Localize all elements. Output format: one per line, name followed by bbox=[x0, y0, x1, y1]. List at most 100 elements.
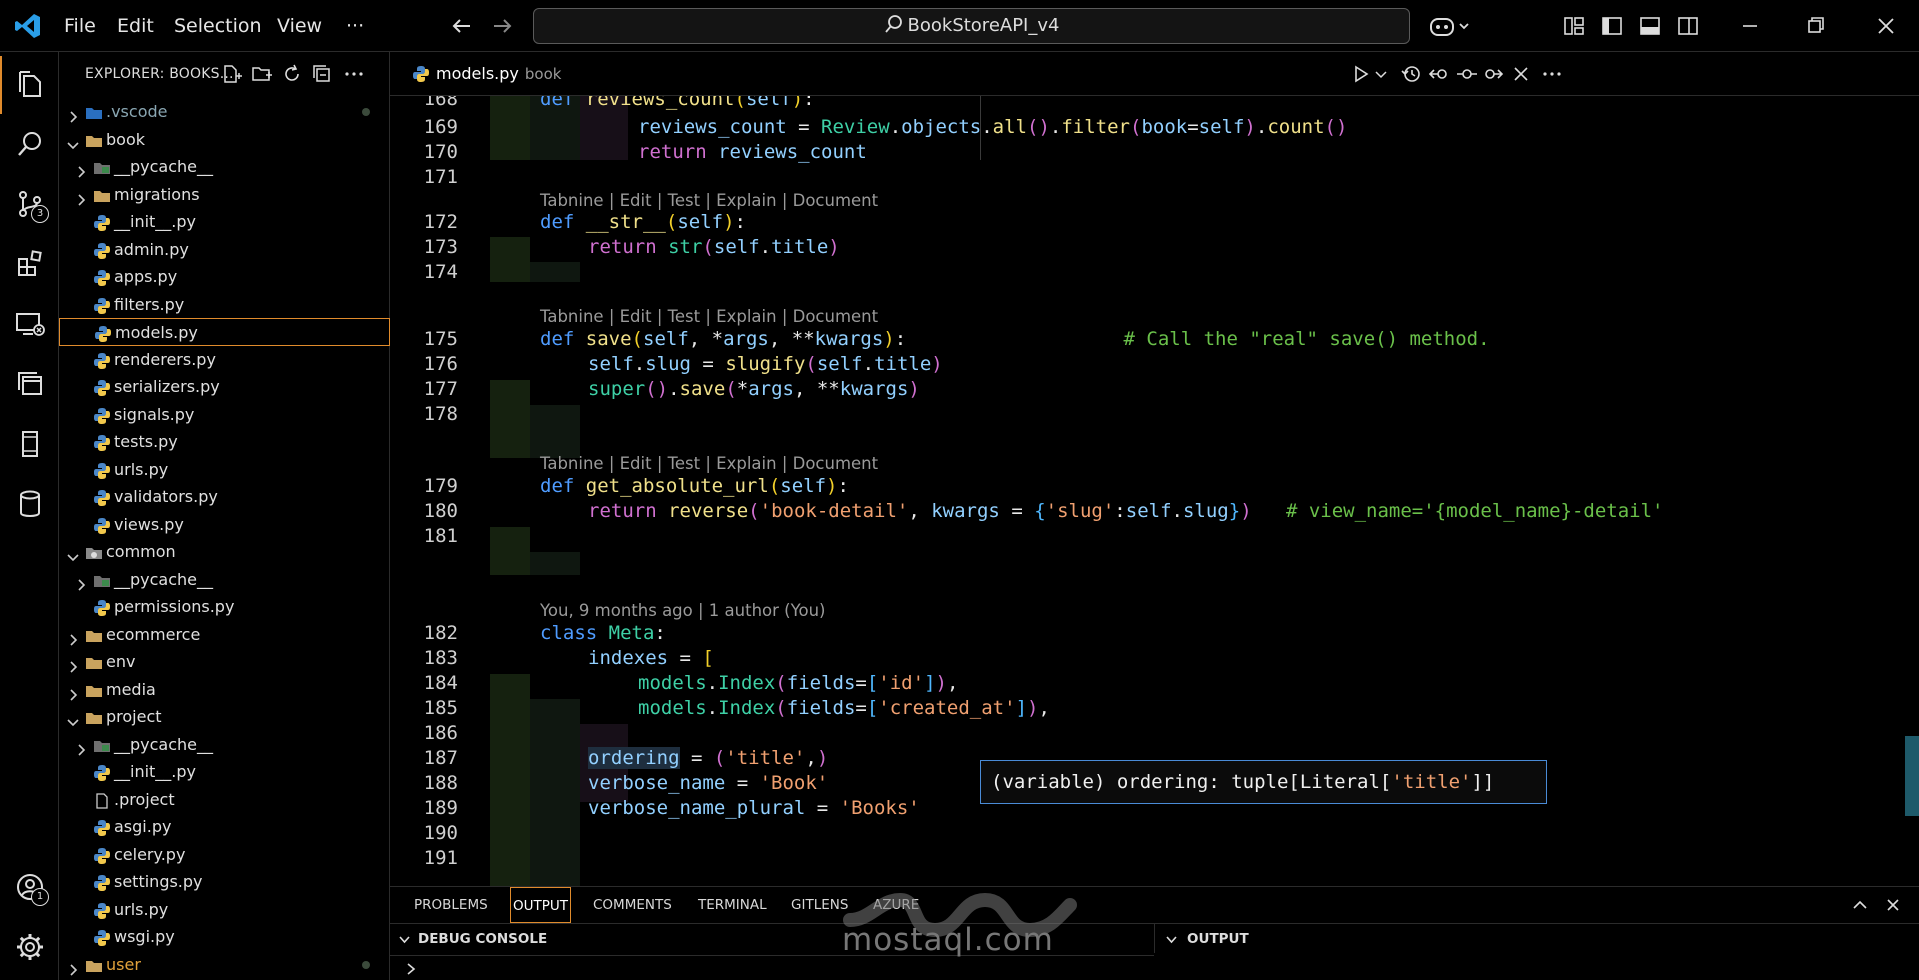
tree-file[interactable]: apps.py bbox=[59, 263, 390, 291]
copilot-icon[interactable] bbox=[1428, 12, 1472, 40]
menu-view[interactable]: View bbox=[277, 0, 322, 52]
chevron-right-icon[interactable] bbox=[66, 655, 80, 673]
back-arrow-icon[interactable] bbox=[448, 12, 476, 40]
close-panel-icon[interactable] bbox=[1883, 895, 1903, 915]
toggle-secondary-sidebar-icon[interactable] bbox=[1674, 12, 1702, 40]
tab-azure[interactable]: AZURE bbox=[873, 887, 919, 923]
codelens-tabnine[interactable]: Tabnine | Edit | Test | Explain | Docume… bbox=[540, 454, 878, 473]
chevron-right-icon[interactable] bbox=[74, 738, 88, 756]
device-activity[interactable] bbox=[0, 415, 59, 473]
explorer-activity[interactable] bbox=[0, 56, 59, 114]
tree-file[interactable]: urls.py bbox=[59, 456, 390, 484]
vscode-logo-icon[interactable] bbox=[14, 12, 42, 40]
chevron-right-icon[interactable] bbox=[66, 683, 80, 701]
codelens-tabnine[interactable]: Tabnine | Edit | Test | Explain | Docume… bbox=[540, 191, 878, 210]
tree-file[interactable]: wsgi.py bbox=[59, 923, 390, 951]
remote-explorer-activity[interactable] bbox=[0, 295, 59, 353]
tree-file[interactable]: models.py bbox=[59, 318, 390, 346]
tree-folder[interactable]: common bbox=[59, 538, 390, 566]
database-activity[interactable] bbox=[0, 475, 59, 533]
run-icon[interactable] bbox=[1350, 63, 1372, 85]
tree-file[interactable]: __init__.py bbox=[59, 758, 390, 786]
chevron-down-icon[interactable] bbox=[66, 545, 80, 562]
chevron-right-icon[interactable] bbox=[66, 958, 80, 976]
accounts-activity[interactable]: 1 bbox=[0, 858, 59, 916]
forward-arrow-icon[interactable] bbox=[488, 12, 516, 40]
git-commit-icon[interactable] bbox=[1456, 63, 1478, 85]
chevron-right-icon[interactable] bbox=[74, 573, 88, 591]
tree-folder[interactable]: book bbox=[59, 126, 390, 154]
containers-activity[interactable] bbox=[0, 355, 59, 413]
tree-folder[interactable]: media bbox=[59, 676, 390, 704]
command-center-search[interactable]: BookStoreAPI_v4 bbox=[533, 8, 1410, 44]
tree-file[interactable]: settings.py bbox=[59, 868, 390, 896]
chevron-right-icon[interactable] bbox=[74, 160, 88, 178]
tree-folder[interactable]: project bbox=[59, 703, 390, 731]
tab-output[interactable]: OUTPUT bbox=[510, 887, 572, 923]
source-control-activity[interactable]: 3 bbox=[0, 175, 59, 233]
tree-file[interactable]: permissions.py bbox=[59, 593, 390, 621]
tree-folder[interactable]: user bbox=[59, 951, 390, 979]
chevron-right-icon[interactable] bbox=[66, 628, 80, 646]
tree-file[interactable]: renderers.py bbox=[59, 346, 390, 374]
output-header[interactable]: OUTPUT bbox=[1154, 923, 1919, 953]
tree-folder[interactable]: __pycache__ bbox=[59, 153, 390, 181]
maximize-panel-chevron-icon[interactable] bbox=[1850, 895, 1870, 915]
menu-more[interactable]: ··· bbox=[346, 0, 364, 52]
tree-folder[interactable]: .vscode bbox=[59, 98, 390, 126]
tree-folder[interactable]: __pycache__ bbox=[59, 566, 390, 594]
tree-file[interactable]: urls.py bbox=[59, 896, 390, 924]
chevron-down-icon[interactable] bbox=[66, 133, 80, 149]
run-dropdown-chevron-icon[interactable] bbox=[1374, 63, 1388, 85]
tree-file[interactable]: views.py bbox=[59, 511, 390, 539]
tree-file[interactable]: admin.py bbox=[59, 236, 390, 264]
chevron-down-icon[interactable] bbox=[66, 710, 80, 727]
next-change-icon[interactable] bbox=[1482, 63, 1504, 85]
debug-console-input[interactable] bbox=[390, 955, 1154, 980]
tree-file[interactable]: signals.py bbox=[59, 401, 390, 429]
tree-file[interactable]: .project bbox=[59, 786, 390, 814]
refresh-icon[interactable] bbox=[281, 63, 303, 85]
menu-edit[interactable]: Edit bbox=[117, 0, 154, 52]
search-activity[interactable] bbox=[0, 115, 59, 173]
restore-icon[interactable] bbox=[1802, 12, 1830, 40]
manage-activity[interactable] bbox=[0, 918, 59, 976]
tree-folder[interactable]: migrations bbox=[59, 181, 390, 209]
tree-file[interactable]: filters.py bbox=[59, 291, 390, 319]
tree-file[interactable]: __init__.py bbox=[59, 208, 390, 236]
layout-customize-icon[interactable] bbox=[1560, 12, 1588, 40]
tree-file[interactable]: validators.py bbox=[59, 483, 390, 511]
tree-folder[interactable]: env bbox=[59, 648, 390, 676]
codelens-blame[interactable]: You, 9 months ago | 1 author (You) bbox=[540, 601, 825, 620]
tree-file[interactable]: serializers.py bbox=[59, 373, 390, 401]
toggle-panel-icon[interactable] bbox=[1636, 12, 1664, 40]
timeline-history-icon[interactable] bbox=[1400, 63, 1422, 85]
new-folder-icon[interactable] bbox=[251, 63, 273, 85]
more-actions-icon[interactable] bbox=[343, 63, 365, 85]
collapse-all-icon[interactable] bbox=[311, 63, 333, 85]
tree-file[interactable]: tests.py bbox=[59, 428, 390, 456]
tab-comments[interactable]: COMMENTS bbox=[593, 887, 672, 923]
new-file-icon[interactable] bbox=[220, 63, 242, 85]
tab-problems[interactable]: PROBLEMS bbox=[414, 887, 488, 923]
tree-folder[interactable]: __pycache__ bbox=[59, 731, 390, 759]
tree-folder[interactable]: ecommerce bbox=[59, 621, 390, 649]
tab-models-py[interactable]: models.py book bbox=[390, 52, 561, 96]
tree-file[interactable]: celery.py bbox=[59, 841, 390, 869]
extensions-activity[interactable] bbox=[0, 235, 59, 293]
codelens-tabnine[interactable]: Tabnine | Edit | Test | Explain | Docume… bbox=[540, 307, 878, 326]
chevron-right-icon[interactable] bbox=[74, 188, 88, 206]
menu-file[interactable]: File bbox=[64, 0, 96, 52]
tab-gitlens[interactable]: GITLENS bbox=[791, 887, 848, 923]
toggle-primary-sidebar-icon[interactable] bbox=[1598, 12, 1626, 40]
tab-terminal[interactable]: TERMINAL bbox=[698, 887, 767, 923]
minimize-icon[interactable] bbox=[1736, 12, 1764, 40]
chevron-right-icon[interactable] bbox=[66, 105, 80, 123]
tree-file[interactable]: asgi.py bbox=[59, 813, 390, 841]
menu-selection[interactable]: Selection bbox=[174, 0, 262, 52]
more-actions-icon[interactable] bbox=[1541, 63, 1563, 85]
open-changes-icon[interactable] bbox=[1428, 63, 1450, 85]
close-editor-icon[interactable] bbox=[1510, 63, 1532, 85]
close-window-icon[interactable] bbox=[1872, 12, 1900, 40]
vertical-scrollbar-thumb[interactable] bbox=[1905, 736, 1919, 816]
